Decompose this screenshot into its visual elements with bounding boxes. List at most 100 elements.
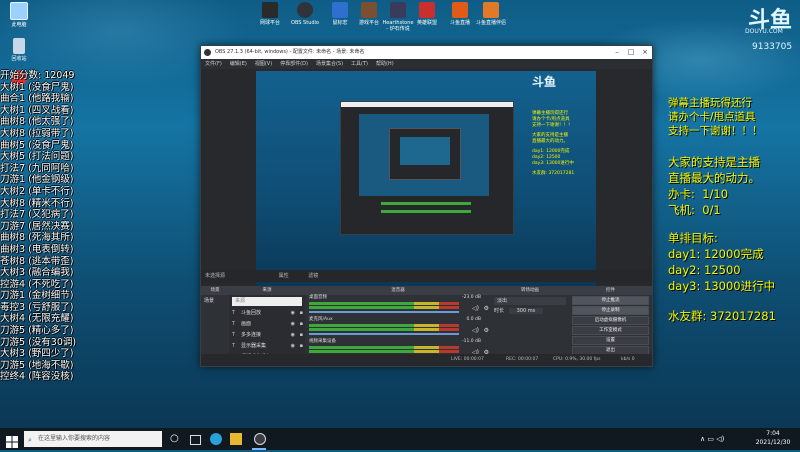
computer-icon: [10, 2, 28, 20]
app-icon: [262, 2, 278, 18]
gear-icon[interactable]: ⚙: [484, 305, 489, 312]
nested-meter: [381, 202, 471, 205]
speaker-icon[interactable]: ◁): [472, 327, 479, 334]
scene-item[interactable]: 场景: [201, 295, 229, 306]
stream-info-overlay: 弹幕主播玩得还行 请办个卡/甩点道具 支持一下谢谢！！！ 大家的支持是主播 直播…: [668, 96, 800, 324]
obs-status-bar: LIVE: 00:00:07 REC: 00:00:07 CPU: 0.9%, …: [201, 354, 652, 366]
menu-item[interactable]: 文件(F): [205, 59, 222, 69]
maximize-icon[interactable]: □: [624, 46, 638, 59]
douyu-icon: [483, 2, 499, 18]
desktop-icon-lol[interactable]: 英雄联盟: [410, 2, 444, 26]
source-type-icon: T: [232, 343, 236, 349]
obs-title: OBS 27.1.3 (64-bit, windows) - 配置文件: 未命名…: [215, 49, 365, 55]
score-row: 曲树8 (死海其所): [0, 232, 74, 244]
volume-slider[interactable]: [309, 311, 459, 313]
mixer-tracks: 桌面音频 -23.0 dB ◁) ⚙ 麦克风/Aux 0.0 dB ◁) ⚙ 视频采集设备 -11…: [305, 295, 491, 361]
day3-target: day3: 13000进行中: [668, 279, 776, 293]
windows-start-icon[interactable]: [6, 433, 18, 448]
obs-taskbar-icon[interactable]: [254, 433, 266, 445]
menu-item[interactable]: 停靠部件(D): [280, 59, 308, 69]
score-row: 大树3 (融合编我): [0, 267, 74, 279]
filters-button[interactable]: 滤镜: [308, 273, 318, 279]
control-buttons: 停止推流 停止录制 启动虚拟摄像机 工作室模式 设置 退出: [569, 296, 652, 355]
clock[interactable]: 7:04 2021/12/30: [753, 429, 793, 447]
eye-icon[interactable]: ◉: [291, 330, 295, 341]
mixer-track: 麦克风/Aux 0.0 dB ◁) ⚙: [305, 317, 491, 339]
nested-meter: [381, 210, 471, 213]
menu-item[interactable]: 工具(T): [351, 59, 368, 69]
track-db: 0.0 dB: [466, 317, 481, 322]
lock-icon[interactable]: ▪: [300, 330, 303, 341]
score-row: 大树5 (打法问题): [0, 151, 74, 163]
desktop-icon-douyu[interactable]: 斗鱼直播: [443, 2, 477, 26]
lock-icon[interactable]: ▪: [300, 341, 303, 352]
clock-time: 7:04: [766, 430, 780, 437]
menu-item[interactable]: 帮助(H): [376, 59, 394, 69]
lock-icon[interactable]: ▪: [300, 308, 303, 319]
lock-icon[interactable]: ▪: [300, 319, 303, 330]
source-item[interactable]: T 多多连接 ◉ ▪: [229, 330, 305, 341]
transition-select[interactable]: 淡出: [494, 297, 566, 305]
transitions-dock-header: 转场动画: [491, 286, 569, 295]
control-button[interactable]: 设置: [572, 336, 649, 345]
obs-icon: [297, 2, 313, 18]
obs-icon: [204, 49, 211, 56]
source-item[interactable]: T 画面 ◉ ▪: [229, 319, 305, 330]
plane-count: 飞机: 0/1: [668, 203, 721, 217]
source-item[interactable]: T 显示器采集 ◉ ▪: [229, 341, 305, 352]
control-button[interactable]: 启动虚拟摄像机: [572, 316, 649, 325]
duration-input[interactable]: 300 ms: [508, 308, 544, 314]
control-button[interactable]: 停止录制: [572, 306, 649, 315]
minimize-icon[interactable]: –: [610, 46, 624, 59]
gear-icon[interactable]: ⚙: [484, 327, 489, 334]
obs-window[interactable]: OBS 27.1.3 (64-bit, windows) - 配置文件: 未命名…: [200, 45, 653, 367]
desktop-icon-obs[interactable]: OBS Studio: [288, 2, 322, 26]
obs-titlebar[interactable]: OBS 27.1.3 (64-bit, windows) - 配置文件: 未命名…: [201, 46, 652, 59]
task-view-icon[interactable]: [190, 435, 201, 445]
file-explorer-icon[interactable]: [230, 433, 242, 445]
eye-icon[interactable]: ◉: [291, 341, 295, 352]
menu-item[interactable]: 场景集合(S): [316, 59, 343, 69]
eye-icon[interactable]: ◉: [291, 319, 295, 330]
live-status: LIVE: 00:00:07: [451, 357, 484, 362]
properties-button[interactable]: 属性: [279, 273, 289, 279]
score-row: 曲合1 (他路我输): [0, 93, 74, 105]
taskbar-search-input[interactable]: 在这里输入你要搜索的内容: [24, 431, 162, 447]
control-button[interactable]: 停止推流: [572, 296, 649, 305]
fan-group: 水友群: 372017281: [668, 309, 776, 323]
control-button[interactable]: 工作室模式: [572, 326, 649, 335]
eye-icon[interactable]: ◉: [291, 308, 295, 319]
day2-target: day2: 12500: [668, 263, 741, 277]
score-row: 大树1 (没食尸鬼): [0, 81, 74, 93]
overlay-line: 弹幕主播玩得还行: [668, 97, 752, 109]
menu-item[interactable]: 编辑(E): [230, 59, 247, 69]
menu-item[interactable]: 视图(V): [255, 59, 272, 69]
speaker-icon[interactable]: ◁): [472, 305, 479, 312]
sources-dock-header: 来源: [229, 286, 305, 295]
score-row: 大树3 (野四少了): [0, 348, 74, 360]
volume-slider[interactable]: [309, 333, 459, 335]
score-row: 大树8 (精米不行): [0, 197, 74, 209]
desktop-icon-recycle-bin[interactable]: 回收站: [2, 38, 36, 62]
score-row: 刀游5 (没有30调): [0, 336, 77, 348]
no-source-label: 未选择源: [205, 273, 226, 279]
source-item[interactable]: T 斗鱼回放 ◉ ▪: [229, 308, 305, 319]
obs-preview[interactable]: 弹幕主播玩得还行 请办个卡/甩点道具 支持一下谢谢！！！ 大家的支持是主播 直播…: [256, 71, 596, 303]
tray-icons[interactable]: ∧ ▭ ◁): [700, 435, 724, 443]
close-icon[interactable]: ×: [638, 46, 652, 59]
sources-search-input[interactable]: 来源: [232, 297, 302, 306]
track-db: -23.0 dB: [461, 295, 481, 300]
kbps-status: kb/s 0: [621, 357, 635, 362]
desktop-icon-this-pc[interactable]: 此电脑: [2, 2, 36, 28]
game-icon: [419, 2, 435, 18]
mixer-track: 桌面音频 -23.0 dB ◁) ⚙: [305, 295, 491, 317]
score-row: 刀游1 (他金钢级): [0, 174, 74, 186]
desktop-icon-douyu-companion[interactable]: 斗鱼直播伴侣: [474, 2, 508, 26]
edge-icon[interactable]: [210, 433, 222, 445]
cortana-icon[interactable]: ○: [170, 433, 182, 445]
search-icon: ⌕: [28, 436, 32, 444]
overlay-line: 支持一下谢谢！！！: [668, 125, 763, 137]
douyu-logo-sub: DOUYU.COM: [745, 28, 783, 35]
score-row: 打法7 (九同阿哈): [0, 162, 74, 174]
desktop-icon-app-1[interactable]: 网球平台: [253, 2, 287, 26]
